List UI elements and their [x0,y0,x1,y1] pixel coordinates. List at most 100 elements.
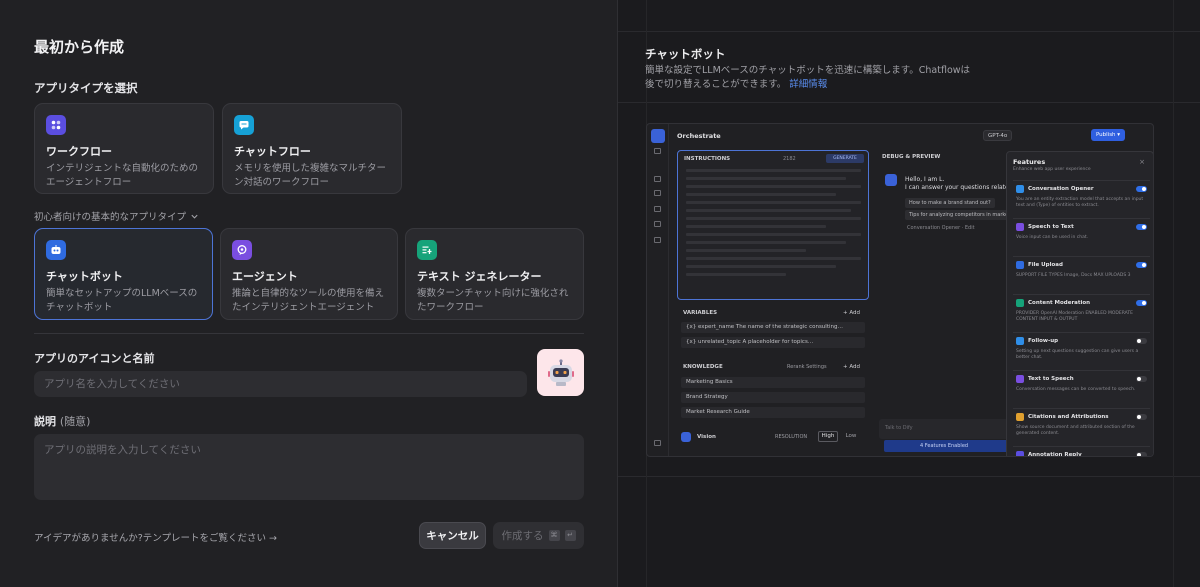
feature-name: File Upload [1028,262,1063,268]
preview-title: チャットボット [645,47,726,61]
nav-icon [654,440,661,446]
enter-key-icon: ↵ [564,530,576,541]
generate-button: GENERATE [826,154,864,163]
agent-card[interactable]: エージェント 推論と自律的なツールの使用を備えたインテリジェントエージェント [220,228,398,320]
feature-item: Annotation Reply [1013,446,1150,457]
description-label-text: 説明 [34,415,56,428]
chatflow-card[interactable]: チャットフロー メモリを使用した複雑なマルチターン対話のワークフロー [222,103,402,194]
card-title: チャットボット [46,270,123,283]
bot-avatar-icon [885,174,897,186]
knowledge-row: Market Research Guide [681,407,865,418]
publish-button: Publish ▾ [1091,129,1125,141]
optional-tag: (随意) [59,415,91,428]
workflow-icon [46,115,66,135]
agent-icon [232,240,252,260]
divider [34,333,584,334]
suggestion-chip: Tips for analyzing competitors in market [905,210,1015,220]
feature-desc: SUPPORT FILE TYPES Image, Docs MAX UPLOA… [1016,273,1131,278]
chat-input: Talk to Dify [879,419,1009,439]
template-link[interactable]: アイデアがありませんか?テンプレートをご覧ください → [34,530,277,544]
feature-toggle [1136,300,1147,306]
feature-toggle [1136,338,1147,344]
feature-desc: Voice input can be used in chat. [1016,235,1089,240]
cmd-key-icon: ⌘ [548,530,560,541]
features-title: Features [1013,158,1046,166]
app-logo-icon [651,129,665,143]
create-button[interactable]: 作成する ⌘ ↵ [493,522,584,549]
chevron-down-icon [191,214,198,219]
knowledge-label: KNOWLEDGE [683,364,723,370]
cancel-button[interactable]: キャンセル [419,522,486,549]
feature-icon [1016,375,1024,383]
close-icon: × [1139,158,1145,166]
nav-icon [654,176,661,182]
feature-desc: Setting up next questions suggestion can… [1016,349,1139,360]
feature-item: Content Moderation PROVIDER OpenAI Modera… [1013,294,1150,332]
create-label: 作成する [501,530,544,542]
features-subtitle: Enhance web app user experience [1013,167,1091,172]
workflow-card[interactable]: ワークフロー インテリジェントな自動化のためのエージェントフロー [34,103,214,194]
app-description-input[interactable] [34,434,584,500]
icon-name-label: アプリのアイコンと名前 [34,352,155,365]
grid-line [618,102,1200,103]
chatbot-card[interactable]: チャットボット 簡単なセットアップのLLMベースのチャットボット [34,228,213,320]
text-generator-icon [417,240,437,260]
app-name-input[interactable] [34,371,527,397]
text-generator-card[interactable]: テキスト ジェネレーター 複数ターンチャット向けに強化されたワークフロー [405,228,584,320]
nav-icon [654,190,661,196]
knowledge-row: Marketing Basics [681,377,865,388]
feature-desc: Show source document and attributed sect… [1016,425,1135,436]
feature-item: Citations and Attributions Show source do… [1013,408,1150,446]
feature-toggle [1136,262,1147,268]
beginner-toggle[interactable]: 初心者向けの基本的なアプリタイプ [34,209,199,223]
nav-icon [654,237,661,243]
robot-avatar-icon [547,358,574,386]
opener-edit: Conversation Opener · Edit [907,225,975,231]
feature-name: Speech to Text [1028,224,1074,230]
card-title: チャットフロー [234,145,311,158]
variable-row: {x} unrelated_topic A placeholder for to… [681,337,865,348]
app-type-label: アプリタイプを選択 [34,81,138,95]
learn-more-link[interactable]: 詳細情報 [789,79,827,90]
feature-item: Conversation Opener You are an entity ext… [1013,180,1150,218]
feature-name: Citations and Attributions [1028,414,1109,420]
nav-icon [654,148,661,154]
grid-line [618,31,1200,32]
model-selector: GPT-4o [983,130,1013,141]
nav-icon [654,221,661,227]
feature-name: Follow-up [1028,338,1059,344]
preview-description: 簡単な設定でLLMベースのチャットボットを迅速に構築します。Chatflowは後… [645,65,971,90]
grid-line [618,476,1200,477]
feature-item: Speech to Text Voice input can be used in… [1013,218,1150,256]
orchestrate-title: Orchestrate [677,132,721,140]
feature-icon [1016,413,1024,421]
feature-name: Content Moderation [1028,300,1091,306]
features-enabled-bar: 4 Features Enabled [884,440,1009,452]
feature-icon [1016,337,1024,345]
feature-toggle [1136,414,1147,420]
feature-icon [1016,451,1024,456]
card-title: エージェント [232,270,298,283]
app-icon-picker[interactable] [537,349,584,396]
feature-icon [1016,261,1024,269]
feature-name: Annotation Reply [1028,452,1082,457]
feature-item: File Upload SUPPORT FILE TYPES Image, Doc… [1013,256,1150,294]
feature-desc: Conversation messages can be converted t… [1016,387,1136,392]
vision-label: Vision [697,434,716,440]
card-desc: 簡単なセットアップのLLMベースのチャットボット [46,288,198,313]
vision-icon [681,432,691,442]
card-desc: 複数ターンチャット向けに強化されたワークフロー [417,288,569,313]
chatbot-icon [46,240,66,260]
suggestion-chip: How to make a brand stand out? [905,198,995,208]
feature-desc: PROVIDER OpenAI Moderation ENABLED MODER… [1016,311,1133,322]
debug-preview-label: DEBUG & PREVIEW [882,154,941,160]
feature-icon [1016,185,1024,193]
resolution-label: RESOLUTION [775,434,808,440]
feature-name: Text to Speech [1028,376,1074,382]
low-option: Low [845,433,857,439]
variable-row: {x} expert_name The name of the strategi… [681,322,865,333]
grid-line [1173,0,1174,587]
preview-panel: チャットボット 簡単な設定でLLMベースのチャットボットを迅速に構築します。Ch… [617,0,1200,587]
feature-icon [1016,223,1024,231]
feature-desc: You are an entity extraction model that … [1016,197,1144,208]
